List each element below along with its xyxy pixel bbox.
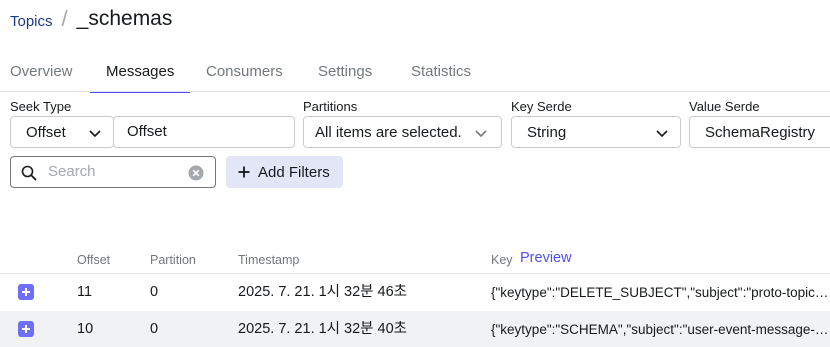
offset-input[interactable]: Offset [113, 116, 295, 148]
row-timestamp: 2025. 7. 21. 1시 32분 46초 [238, 284, 408, 300]
tab-settings[interactable]: Settings [318, 54, 372, 92]
row-partition: 0 [150, 321, 159, 337]
key-serde-select[interactable]: String [511, 116, 681, 148]
column-header-timestamp[interactable]: Timestamp [238, 253, 299, 267]
seek-type-value: Offset [26, 123, 66, 141]
key-serde-value: String [527, 123, 567, 141]
table-row[interactable]: 10 0 2025. 7. 21. 1시 32분 40초 {"keytype":… [0, 311, 830, 347]
breadcrumb: Topics / _schemas [10, 6, 172, 36]
search-icon [21, 165, 37, 181]
partitions-select[interactable]: All items are selected. [303, 116, 502, 148]
tab-consumers[interactable]: Consumers [206, 54, 283, 92]
seek-type-select[interactable]: Offset [10, 116, 114, 148]
row-timestamp: 2025. 7. 21. 1시 32분 40초 [238, 321, 408, 337]
partitions-value: All items are selected. [315, 123, 462, 141]
breadcrumb-topics-link[interactable]: Topics [10, 13, 53, 30]
row-key: {"keytype":"SCHEMA","subject":"user-even… [491, 322, 830, 337]
expand-row-icon[interactable] [18, 284, 34, 300]
add-filters-button[interactable]: Add Filters [226, 156, 343, 188]
value-serde-value: SchemaRegistry [705, 123, 816, 141]
chevron-down-icon [475, 130, 487, 138]
column-header-key: Key [491, 253, 513, 267]
breadcrumb-separator: / [61, 6, 68, 31]
table-row[interactable]: 11 0 2025. 7. 21. 1시 32분 46초 {"keytype":… [0, 274, 830, 311]
value-serde-label: Value Serde [689, 99, 760, 114]
value-serde-select[interactable]: SchemaRegistry [689, 116, 830, 148]
tab-overview[interactable]: Overview [10, 54, 73, 92]
page-title: _schemas [76, 7, 173, 30]
column-header-partition[interactable]: Partition [150, 253, 196, 267]
row-offset: 11 [77, 284, 93, 300]
clear-icon[interactable] [188, 165, 204, 181]
key-serde-label: Key Serde [511, 99, 572, 114]
seek-type-label: Seek Type [10, 99, 72, 114]
tab-messages[interactable]: Messages [89, 54, 191, 93]
chevron-down-icon [656, 130, 668, 138]
tab-bar: Overview Messages Consumers Settings Sta… [0, 54, 830, 93]
search-placeholder: Search [48, 163, 96, 180]
column-header-offset[interactable]: Offset [77, 253, 110, 267]
partitions-label: Partitions [303, 99, 358, 114]
row-offset: 10 [77, 321, 94, 337]
expand-row-icon[interactable] [18, 321, 34, 337]
plus-icon [238, 166, 250, 178]
key-preview-link[interactable]: Preview [520, 250, 572, 266]
row-partition: 0 [150, 284, 159, 300]
chevron-down-icon [89, 130, 101, 138]
search-input[interactable]: Search [10, 156, 216, 188]
add-filters-label: Add Filters [258, 163, 330, 181]
row-key: {"keytype":"DELETE_SUBJECT","subject":"p… [491, 285, 830, 300]
tab-statistics[interactable]: Statistics [411, 54, 471, 92]
